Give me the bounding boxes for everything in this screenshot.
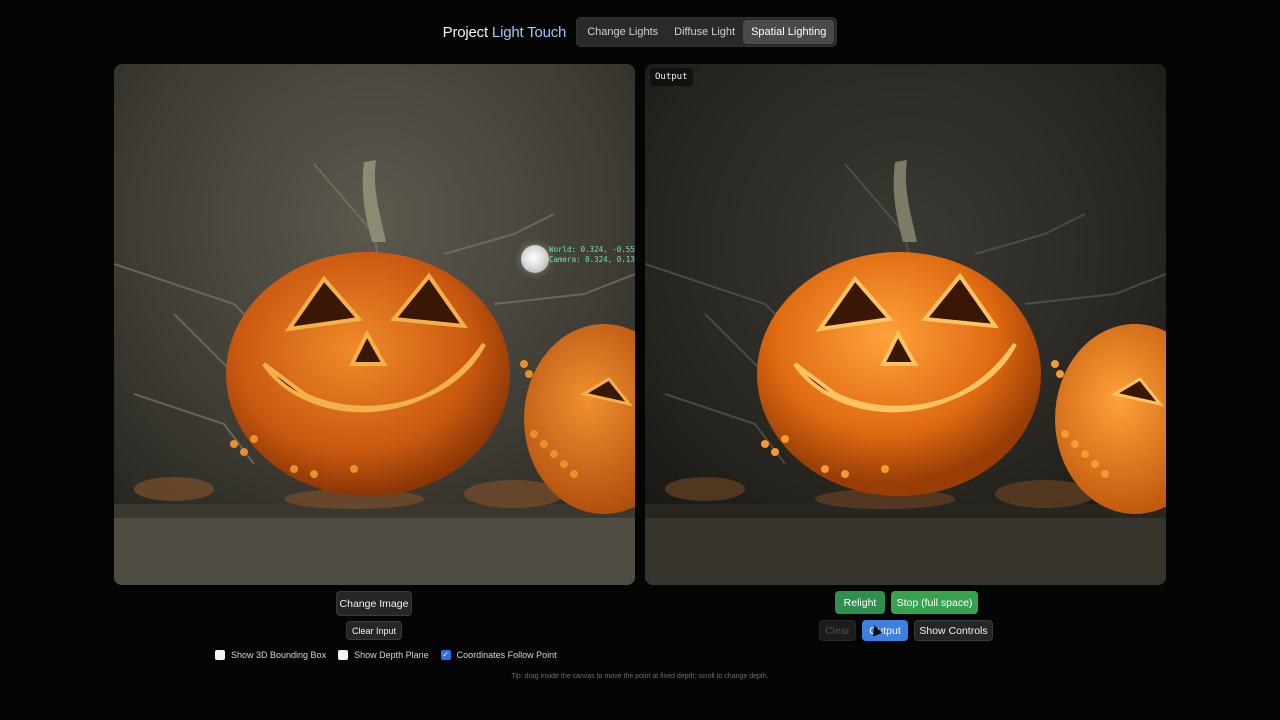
option-coordinates-follow[interactable]: ✓ Coordinates Follow Point [440,650,557,660]
output-button[interactable]: Output [862,620,908,641]
tip-text: Tip: drag inside the canvas to move the … [511,673,769,680]
coordinate-readout: World: 0.324, -0.556 Camera: 0.324, 0.13… [549,245,635,265]
input-image [114,64,635,585]
tab-diffuse-light[interactable]: Diffuse Light [666,20,743,44]
checkbox-depth-plane[interactable] [338,650,349,660]
world-coords: World: 0.324, -0.556 [549,245,635,254]
header: Project Light Touch Change Lights Diffus… [0,17,1280,47]
stop-full-space-button[interactable]: Stop (full space) [891,591,978,614]
brand-tail: Touch [523,23,567,41]
brand-accent: Light [491,23,524,41]
clear-button[interactable]: Clear [819,620,856,641]
option-depth-plane[interactable]: Show Depth Plane [338,650,429,660]
option-bounding-box-label: Show 3D Bounding Box [231,650,327,660]
app-root: Project Light Touch Change Lights Diffus… [0,0,1280,720]
app-title: Project Light Touch [443,24,567,41]
output-canvas [645,64,1166,585]
show-controls-button[interactable]: Show Controls [914,620,993,641]
clear-input-button[interactable]: Clear Input [346,621,402,640]
option-bounding-box[interactable]: Show 3D Bounding Box [215,650,326,660]
brand-main: Project [442,23,492,41]
mode-tabs: Change Lights Diffuse Light Spatial Ligh… [576,17,838,47]
checkbox-bounding-box[interactable] [215,650,225,660]
option-depth-plane-label: Show Depth Plane [354,650,429,660]
options-row: Show 3D Bounding Box Show Depth Plane ✓ … [215,650,557,660]
tab-spatial-lighting[interactable]: Spatial Lighting [743,20,835,44]
output-image [645,64,1166,585]
output-label: Output [650,68,693,86]
light-point-handle[interactable] [521,245,549,273]
checkbox-coordinates-follow[interactable]: ✓ [440,650,451,660]
camera-coords: Camera: 0.324, 0.131 [549,255,635,264]
option-coordinates-follow-label: Coordinates Follow Point [456,650,557,660]
relight-button[interactable]: Relight [835,591,885,614]
tab-change-lights[interactable]: Change Lights [579,20,666,44]
input-canvas[interactable]: World: 0.324, -0.556 Camera: 0.324, 0.13… [114,64,635,585]
change-image-button[interactable]: Change Image [336,591,412,616]
